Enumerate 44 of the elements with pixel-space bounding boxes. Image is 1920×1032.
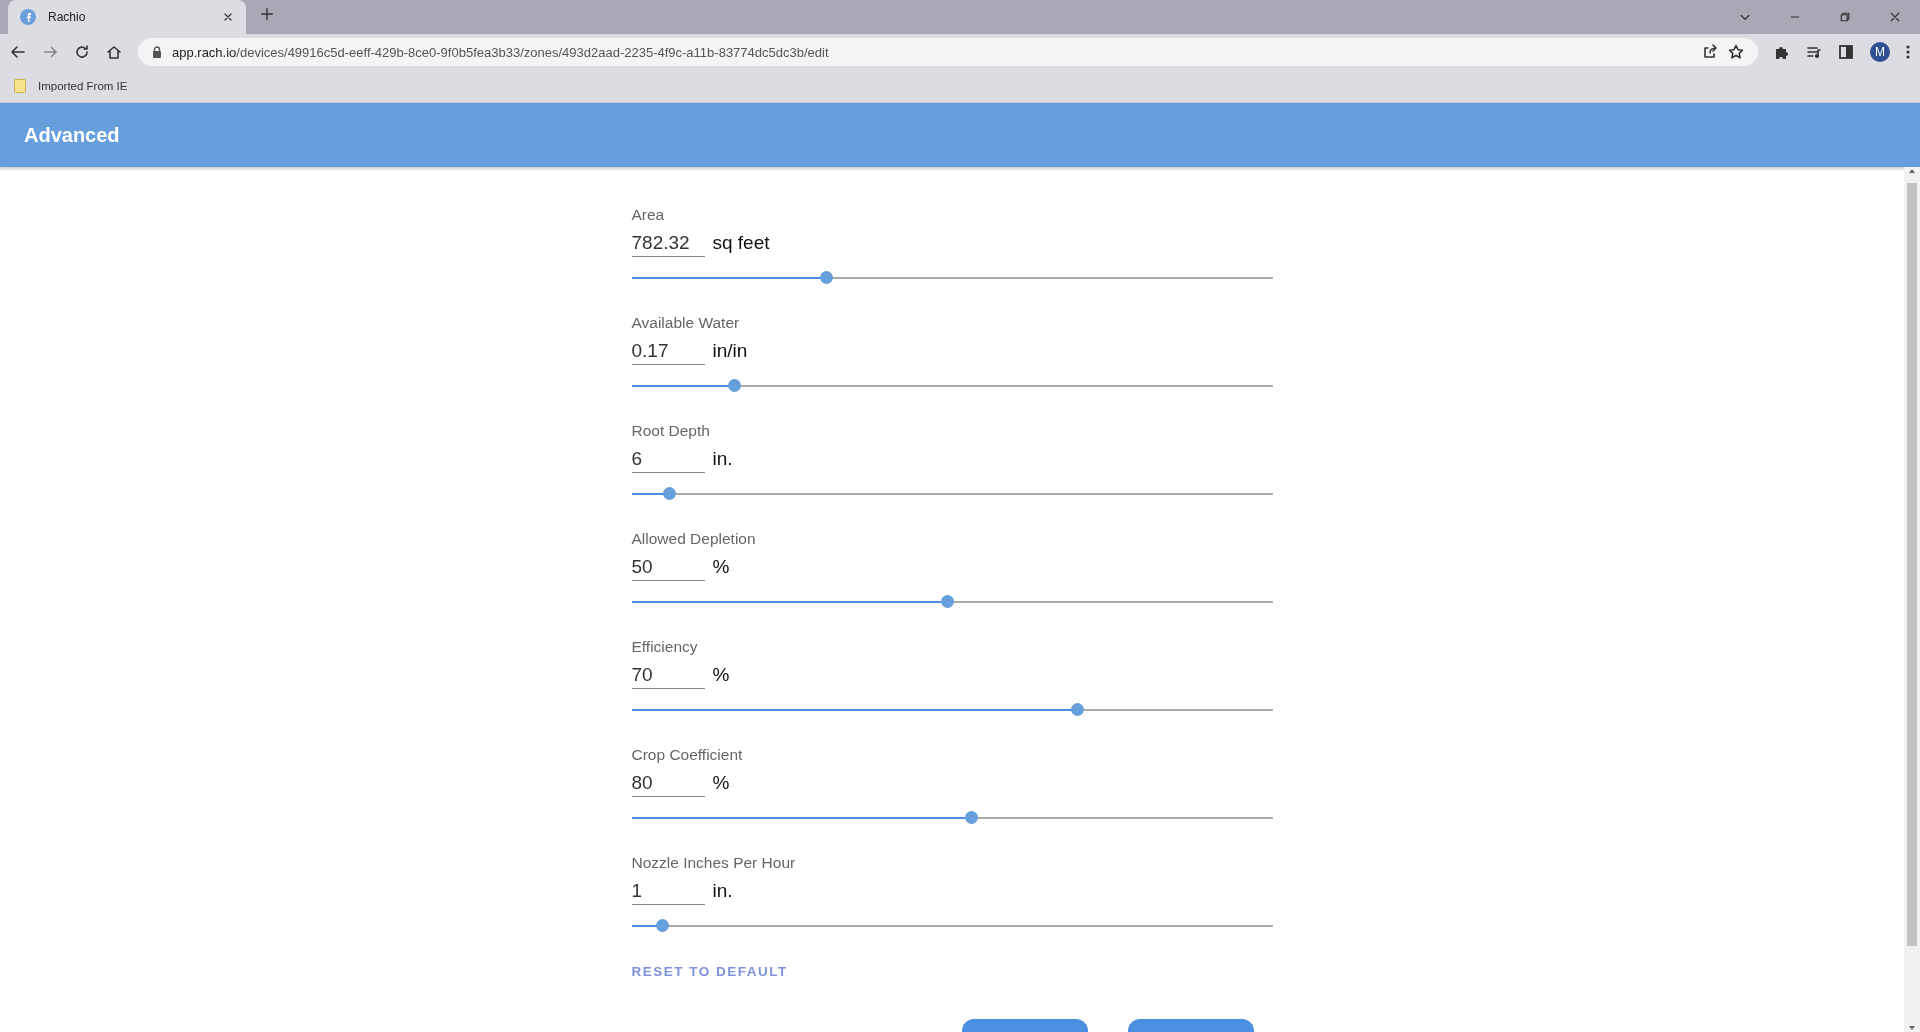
bookmark-item[interactable]: Imported From IE [14,79,128,93]
scroll-down-icon[interactable] [1908,1024,1916,1032]
input-field[interactable]: 80 [631,772,705,797]
address-bar[interactable]: app.rach.io/devices/49916c5d-eeff-429b-8ce0-9f0b5fea3b33/zones/493d2aad-2235-4f9c-a11b-83774dc5dc3b/edit [138,38,1758,66]
unit-label: % [712,772,730,795]
close-icon[interactable] [1889,11,1901,23]
unit-label: % [712,664,730,687]
field-label: Root Depth [631,422,711,440]
field-label: Crop Coefficient [631,746,744,764]
field-label: Area [631,206,666,224]
unit-label: in. [712,880,733,903]
profile-avatar[interactable]: M [1870,42,1890,62]
unit-label: sq feet [712,232,770,255]
field-label: Available Water [631,314,741,332]
page-title: Advanced [24,123,120,147]
plus-icon[interactable] [260,7,274,21]
unit-label: % [712,556,730,579]
unit-label: in. [712,448,733,471]
input-field[interactable]: 70 [631,664,705,689]
lock-icon [152,46,162,58]
puzzle-icon[interactable] [1774,44,1790,60]
back-arrow-icon[interactable] [10,44,26,60]
home-icon[interactable] [106,44,122,60]
forward-arrow-icon[interactable] [42,44,58,60]
browser-tab[interactable]: Rachio [8,0,246,34]
field-label: Allowed Depletion [631,530,757,548]
folder-icon [14,79,26,93]
playlist-icon[interactable] [1806,44,1822,60]
unit-label: in/in [712,340,748,363]
input-field[interactable]: 50 [631,556,705,581]
star-icon[interactable] [1728,44,1744,60]
kebab-menu-icon[interactable] [1906,44,1910,60]
input-field[interactable]: 1 [631,880,705,905]
close-icon[interactable] [222,11,234,23]
input-field[interactable]: 0.17 [631,340,705,365]
field-label: Efficiency [631,638,699,656]
share-icon[interactable] [1702,44,1718,60]
input-field[interactable]: 6 [631,448,705,473]
side-panel-icon[interactable] [1838,44,1854,60]
restore-icon[interactable] [1839,11,1851,23]
input-field[interactable]: 782.32 [631,232,705,257]
scrollbar[interactable] [1904,167,1920,1032]
field-label: Nozzle Inches Per Hour [631,854,797,872]
reload-icon[interactable] [74,44,90,60]
